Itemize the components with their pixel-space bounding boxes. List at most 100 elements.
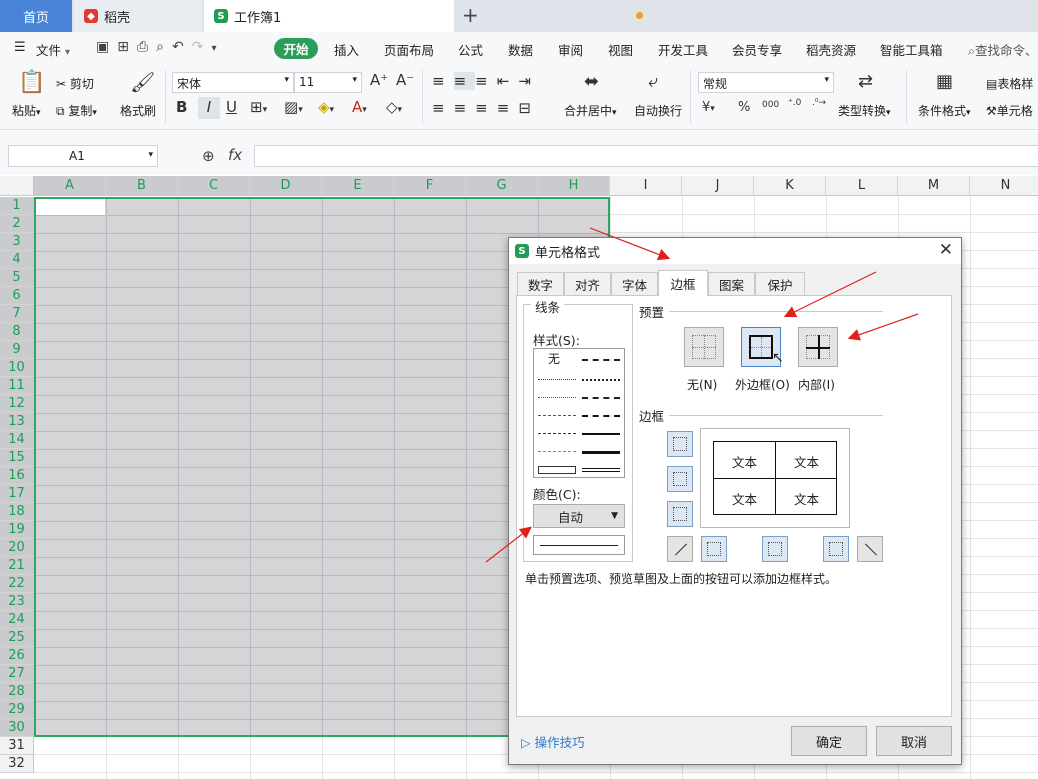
save-icon[interactable]: ▣: [96, 39, 117, 55]
align-top-icon[interactable]: ≡: [432, 72, 454, 90]
column-header-I[interactable]: I: [610, 176, 682, 196]
font-color-icon[interactable]: A▾: [352, 100, 367, 115]
table-style-button[interactable]: ▤表格样: [986, 75, 1033, 92]
decrease-font-icon[interactable]: A⁻: [396, 73, 414, 88]
column-header-J[interactable]: J: [682, 176, 754, 196]
type-convert-icon[interactable]: ⇄: [858, 73, 873, 91]
distribute-icon[interactable]: ⊟: [518, 99, 540, 117]
formula-input[interactable]: [254, 145, 1038, 167]
wrap-text-button[interactable]: 自动换行: [634, 102, 682, 119]
line-style-list[interactable]: 无: [533, 348, 625, 478]
copy-button[interactable]: ⧉ 复制▾: [56, 102, 97, 119]
underline-icon[interactable]: U: [226, 100, 237, 115]
conditional-format-button[interactable]: 条件格式▾: [918, 102, 971, 119]
clear-icon[interactable]: ◇▾: [386, 100, 402, 115]
fx-icon[interactable]: fx: [228, 146, 242, 164]
font-size-select[interactable]: 11 ▾: [294, 72, 362, 93]
menu-start[interactable]: 开始: [274, 38, 318, 59]
line-style-option[interactable]: [582, 397, 620, 399]
fill-pattern-icon[interactable]: ▨▾: [284, 100, 303, 115]
menu-page-layout[interactable]: 页面布局: [384, 40, 434, 59]
type-convert-button[interactable]: 类型转换▾: [838, 102, 891, 119]
row-header-17[interactable]: 17: [0, 485, 34, 503]
active-cell-a1[interactable]: [36, 199, 105, 215]
line-style-option[interactable]: [582, 468, 620, 472]
tab-daoke[interactable]: ◆ 稻壳: [74, 0, 202, 32]
row-header-22[interactable]: 22: [0, 575, 34, 593]
justify-icon[interactable]: ≡: [497, 99, 519, 117]
line-style-option[interactable]: [582, 451, 620, 454]
row-header-20[interactable]: 20: [0, 539, 34, 557]
thousands-separator-icon[interactable]: 000: [762, 101, 779, 110]
align-center-icon[interactable]: ≡: [454, 99, 476, 117]
line-style-option[interactable]: [582, 415, 620, 417]
percent-icon[interactable]: %: [738, 101, 750, 114]
row-header-8[interactable]: 8: [0, 323, 34, 341]
row-header-23[interactable]: 23: [0, 593, 34, 611]
ok-button[interactable]: 确定: [791, 726, 867, 756]
column-header-G[interactable]: G: [466, 176, 538, 196]
row-header-11[interactable]: 11: [0, 377, 34, 395]
align-left-icon[interactable]: ≡: [432, 99, 454, 117]
row-header-27[interactable]: 27: [0, 665, 34, 683]
row-header-28[interactable]: 28: [0, 683, 34, 701]
wrap-text-icon[interactable]: ⤶: [648, 73, 658, 91]
tab-number[interactable]: 数字: [517, 272, 564, 296]
tab-protection[interactable]: 保护: [755, 272, 805, 296]
column-header-B[interactable]: B: [106, 176, 178, 196]
align-right-icon[interactable]: ≡: [475, 99, 497, 117]
border-top-button[interactable]: [667, 431, 693, 457]
row-header-18[interactable]: 18: [0, 503, 34, 521]
row-header-10[interactable]: 10: [0, 359, 34, 377]
cell-style-button[interactable]: ⚒单元格: [986, 102, 1033, 119]
format-painter-icon[interactable]: 🖌: [130, 72, 155, 92]
tips-link[interactable]: ▷ 操作技巧: [521, 732, 585, 751]
paste-icon[interactable]: 📋: [18, 72, 45, 94]
row-header-25[interactable]: 25: [0, 629, 34, 647]
menu-smart-toolbox[interactable]: 智能工具箱: [880, 40, 943, 59]
increase-font-icon[interactable]: A⁺: [370, 73, 388, 88]
hamburger-icon[interactable]: ☰: [14, 40, 26, 55]
row-header-26[interactable]: 26: [0, 647, 34, 665]
row-header-19[interactable]: 19: [0, 521, 34, 539]
print-preview-icon[interactable]: ⌕: [156, 39, 172, 55]
row-header-31[interactable]: 31: [0, 737, 34, 755]
menu-view[interactable]: 视图: [608, 40, 633, 59]
column-header-A[interactable]: A: [34, 176, 106, 196]
row-header-30[interactable]: 30: [0, 719, 34, 737]
border-left-button[interactable]: [701, 536, 727, 562]
outdent-icon[interactable]: ⇤: [497, 72, 519, 90]
row-header-16[interactable]: 16: [0, 467, 34, 485]
column-header-N[interactable]: N: [970, 176, 1038, 196]
select-all-corner[interactable]: [0, 176, 34, 196]
menu-daoke-resources[interactable]: 稻壳资源: [806, 40, 856, 59]
line-style-option-selected[interactable]: [538, 466, 576, 474]
column-header-F[interactable]: F: [394, 176, 466, 196]
column-header-L[interactable]: L: [826, 176, 898, 196]
currency-icon[interactable]: ¥▾: [702, 101, 715, 114]
menu-review[interactable]: 审阅: [558, 40, 583, 59]
column-header-D[interactable]: D: [250, 176, 322, 196]
border-middle-horizontal-button[interactable]: [667, 466, 693, 492]
column-header-K[interactable]: K: [754, 176, 826, 196]
bold-icon[interactable]: B: [176, 100, 187, 115]
number-format-select[interactable]: 常规 ▾: [698, 72, 834, 93]
row-header-1[interactable]: 1: [0, 197, 34, 215]
indent-icon[interactable]: ⇥: [518, 72, 540, 90]
row-header-14[interactable]: 14: [0, 431, 34, 449]
menu-formulas[interactable]: 公式: [458, 40, 483, 59]
column-header-M[interactable]: M: [898, 176, 970, 196]
line-style-option[interactable]: [582, 359, 620, 361]
dialog-title-bar[interactable]: S 单元格格式 ✕: [509, 238, 961, 264]
line-style-option[interactable]: [538, 379, 576, 380]
row-header-2[interactable]: 2: [0, 215, 34, 233]
increase-decimal-icon[interactable]: ⁺.0: [788, 99, 801, 108]
name-box[interactable]: A1 ▾: [8, 145, 158, 167]
tab-workbook[interactable]: S 工作簿1: [204, 0, 643, 32]
decrease-decimal-icon[interactable]: .⁰→: [812, 99, 826, 108]
row-header-15[interactable]: 15: [0, 449, 34, 467]
line-style-option[interactable]: [538, 433, 576, 434]
preset-inside-button[interactable]: [798, 327, 838, 367]
tab-pattern[interactable]: 图案: [708, 272, 755, 296]
menu-file[interactable]: 文件 ▾: [36, 40, 70, 59]
